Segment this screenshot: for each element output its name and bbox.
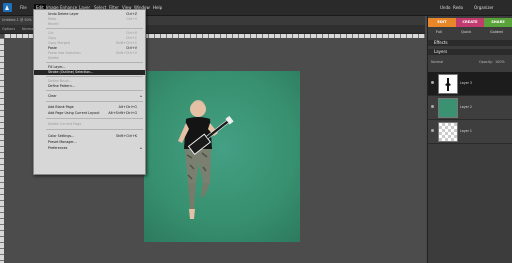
layer-thumbnail xyxy=(438,98,458,118)
redo-button[interactable]: Redo xyxy=(453,4,463,12)
organizer-button[interactable]: Organizer xyxy=(474,4,494,12)
layers-title: Layers xyxy=(434,49,448,54)
subtab-full[interactable]: Full xyxy=(436,28,442,36)
effects-title: Effects xyxy=(434,40,448,45)
menu-item-delete-current-page[interactable]: Delete Current Page xyxy=(34,122,145,127)
layer-name: Layer 2 xyxy=(460,105,472,109)
menu-item-color-settings[interactable]: Color Settings... Shift+Ctrl+K xyxy=(34,134,145,139)
menu-separator xyxy=(46,62,143,63)
menu-item-revert[interactable]: Revert xyxy=(34,22,145,27)
undo-button[interactable]: Undo xyxy=(440,4,450,12)
menu-separator xyxy=(46,90,143,91)
menu-separator xyxy=(46,76,143,77)
layer-row[interactable]: Layer 1 xyxy=(428,120,512,144)
menu-item-preferences[interactable]: Preferences ▸ xyxy=(34,146,145,151)
submenu-arrow-icon: ▸ xyxy=(140,94,142,98)
layer-row[interactable]: Layer 3 xyxy=(428,72,512,96)
tab-create[interactable]: CREATE xyxy=(456,18,484,27)
menu-separator xyxy=(46,28,143,29)
layer-thumbnail xyxy=(438,74,458,94)
cutout-photo-guitar-player[interactable] xyxy=(172,97,238,221)
opacity-label: Opacity: xyxy=(479,60,493,64)
submenu-arrow-icon: ▸ xyxy=(140,146,142,150)
subtab-quick[interactable]: Quick xyxy=(461,28,471,36)
opacity-value[interactable]: 100% xyxy=(495,60,505,64)
menu-help[interactable]: Help xyxy=(153,4,162,12)
menu-item-preset-manager[interactable]: Preset Manager... xyxy=(34,140,145,145)
menu-file[interactable]: File xyxy=(20,4,27,12)
layer-row[interactable]: Layer 2 xyxy=(428,96,512,120)
layer-name: Layer 1 xyxy=(460,129,472,133)
layer-thumbnail xyxy=(438,122,458,142)
menu-item-add-blank-page[interactable]: Add Blank Page Alt+Ctrl+G xyxy=(34,105,145,110)
edit-menu-dropdown: Undo Delete Layer Ctrl+Z Redo Ctrl+Y Rever… xyxy=(33,9,146,175)
eye-icon[interactable] xyxy=(431,129,434,132)
blend-mode-select[interactable]: Normal xyxy=(431,60,443,64)
menu-item-add-page-current-layout[interactable]: Add Page Using Current Layout Alt+Shift+C… xyxy=(34,111,145,116)
tab-edit[interactable]: EDIT xyxy=(428,18,456,27)
menu-separator xyxy=(46,118,143,119)
layer-name: Layer 3 xyxy=(460,81,472,85)
options-label: Options xyxy=(2,27,16,31)
menu-item-define-pattern[interactable]: Define Pattern... xyxy=(34,84,145,89)
eye-icon[interactable] xyxy=(431,105,434,108)
eye-icon[interactable] xyxy=(431,81,434,84)
menu-item-clear[interactable]: Clear ▸ xyxy=(34,94,145,99)
tab-share[interactable]: SHARE xyxy=(484,18,512,27)
layers-panel-header[interactable]: Layers xyxy=(428,49,512,55)
menu-item-stroke-selection[interactable]: Stroke (Outline) Selection... xyxy=(34,70,145,75)
app-logo-icon xyxy=(3,3,12,12)
subtab-guided[interactable]: Guided xyxy=(490,28,503,36)
effects-panel-header[interactable]: Effects xyxy=(428,40,512,46)
menu-item-delete[interactable]: Delete xyxy=(34,56,145,61)
menu-separator xyxy=(46,129,143,130)
menu-separator xyxy=(46,101,143,102)
